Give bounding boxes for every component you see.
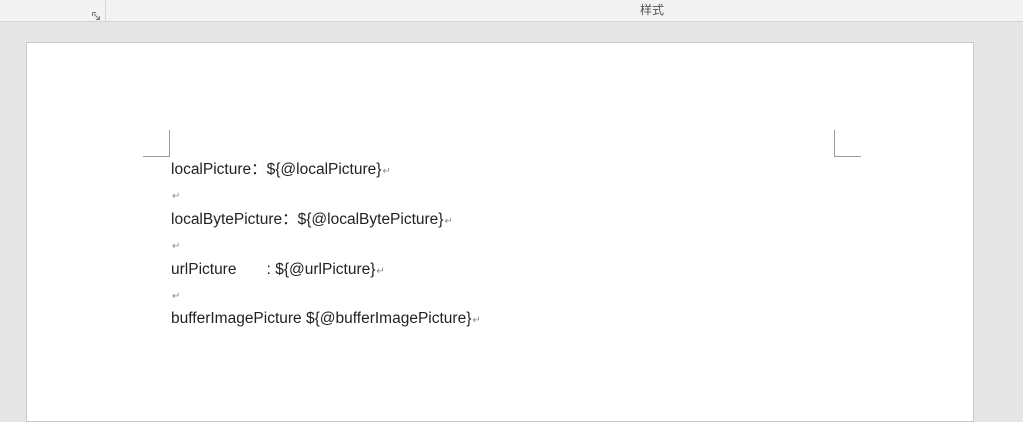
paragraph-mark-icon: ↵: [472, 315, 481, 326]
paragraph-mark-icon: ↵: [444, 216, 453, 227]
ribbon-divider: [105, 0, 106, 21]
paragraph-empty[interactable]: ↵: [171, 284, 180, 306]
paragraph-mark-icon: ↵: [172, 191, 181, 202]
paragraph-empty[interactable]: ↵: [171, 234, 180, 256]
paragraph-mark-icon: ↵: [172, 291, 181, 302]
margin-corner-top-left: [143, 130, 170, 157]
paragraph-text: urlPicture : ${@urlPicture}: [171, 261, 376, 278]
paragraph-mark-icon: ↵: [172, 241, 181, 252]
paragraph-local-picture[interactable]: localPicture：${@localPicture}↵: [171, 159, 391, 181]
paragraph-text: localBytePicture：${@localBytePicture}: [171, 211, 444, 228]
paragraph-mark-icon: ↵: [382, 166, 391, 177]
ribbon-bar: 样式: [0, 0, 1023, 22]
paragraph-text: localPicture：${@localPicture}: [171, 161, 382, 178]
paragraph-mark-icon: ↵: [376, 266, 385, 277]
paragraph-local-byte-picture[interactable]: localBytePicture：${@localBytePicture}↵: [171, 209, 453, 231]
paragraph-text: bufferImagePicture ${@bufferImagePicture…: [171, 310, 472, 327]
paragraph-buffer-image-picture[interactable]: bufferImagePicture ${@bufferImagePicture…: [171, 308, 481, 330]
paragraph-empty[interactable]: ↵: [171, 184, 180, 206]
dialog-launcher-icon[interactable]: [92, 8, 101, 20]
margin-corner-top-right: [834, 130, 861, 157]
paragraph-url-picture[interactable]: urlPicture : ${@urlPicture}↵: [171, 259, 385, 281]
styles-group-label: 样式: [639, 3, 664, 17]
document-page[interactable]: localPicture：${@localPicture}↵ ↵ localBy…: [26, 42, 974, 422]
